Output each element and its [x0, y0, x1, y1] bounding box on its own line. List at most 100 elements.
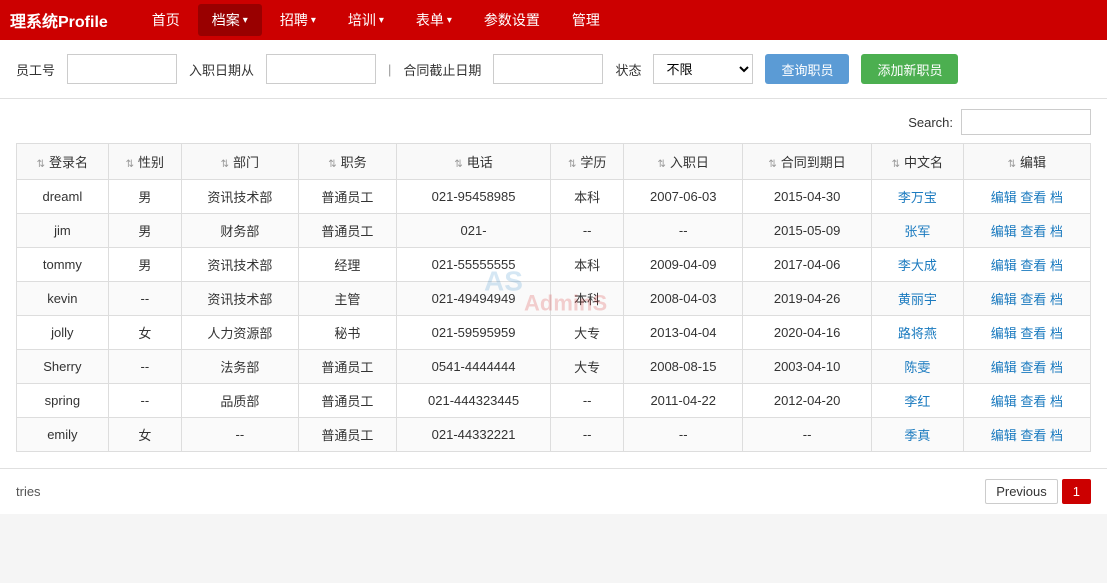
cell-name[interactable]: 李大成: [871, 248, 963, 282]
cell-dept: 资讯技术部: [181, 282, 298, 316]
query-button[interactable]: 查询职员: [765, 54, 849, 84]
cell-dept: 人力资源部: [181, 316, 298, 350]
cell-edu: 大专: [551, 316, 624, 350]
table-row: spring -- 品质部 普通员工 021-444323445 -- 2011…: [17, 384, 1091, 418]
col-contract[interactable]: ⇅合同到期日: [743, 144, 872, 180]
cell-position: 主管: [298, 282, 396, 316]
cell-edit[interactable]: 编辑 查看 档: [963, 214, 1090, 248]
cell-phone: 021-44332221: [397, 418, 551, 452]
col-login[interactable]: ⇅登录名: [17, 144, 109, 180]
col-edu[interactable]: ⇅学历: [551, 144, 624, 180]
cell-edu: 本科: [551, 248, 624, 282]
employee-id-label: 员工号: [16, 60, 55, 79]
cell-name[interactable]: 黄丽宇: [871, 282, 963, 316]
form-arrow-icon: ▾: [447, 15, 452, 26]
cell-edit[interactable]: 编辑 查看 档: [963, 248, 1090, 282]
col-name[interactable]: ⇅中文名: [871, 144, 963, 180]
cell-join: 2011-04-22: [624, 384, 743, 418]
employee-id-input[interactable]: [67, 54, 177, 84]
cell-name[interactable]: 季真: [871, 418, 963, 452]
cell-contract: 2012-04-20: [743, 384, 872, 418]
cell-gender: 女: [108, 316, 181, 350]
table-row: kevin -- 资讯技术部 主管 021-49494949 本科 2008-0…: [17, 282, 1091, 316]
recruit-arrow-icon: ▾: [311, 15, 316, 26]
cell-join: 2009-04-09: [624, 248, 743, 282]
cell-dept: 资讯技术部: [181, 180, 298, 214]
cell-edit[interactable]: 编辑 查看 档: [963, 384, 1090, 418]
cell-position: 普通员工: [298, 384, 396, 418]
train-arrow-icon: ▾: [379, 15, 384, 26]
cell-edit[interactable]: 编辑 查看 档: [963, 282, 1090, 316]
nav-home[interactable]: 首页: [138, 4, 194, 36]
join-date-from-label: 入职日期从: [189, 60, 254, 79]
table-area: Search: ⇅登录名 ⇅性别 ⇅部门 ⇅职务 ⇅电话 ⇅学历 ⇅入职日 ⇅合…: [0, 99, 1107, 468]
cell-edit[interactable]: 编辑 查看 档: [963, 350, 1090, 384]
nav-archive[interactable]: 档案▾: [198, 4, 262, 36]
cell-contract: 2019-04-26: [743, 282, 872, 316]
cell-name[interactable]: 李红: [871, 384, 963, 418]
cell-join: 2007-06-03: [624, 180, 743, 214]
cell-name[interactable]: 李万宝: [871, 180, 963, 214]
cell-join: --: [624, 418, 743, 452]
cell-phone: 0541-4444444: [397, 350, 551, 384]
search-input[interactable]: [961, 109, 1091, 135]
cell-login: jolly: [17, 316, 109, 350]
col-gender[interactable]: ⇅性别: [108, 144, 181, 180]
employee-table: ⇅登录名 ⇅性别 ⇅部门 ⇅职务 ⇅电话 ⇅学历 ⇅入职日 ⇅合同到期日 ⇅中文…: [16, 143, 1091, 452]
nav-params[interactable]: 参数设置: [470, 4, 554, 36]
cell-edu: 本科: [551, 282, 624, 316]
col-edit[interactable]: ⇅编辑: [963, 144, 1090, 180]
table-row: jim 男 财务部 普通员工 021- -- -- 2015-05-09 张军 …: [17, 214, 1091, 248]
cell-join: --: [624, 214, 743, 248]
cell-phone: 021-49494949: [397, 282, 551, 316]
col-join[interactable]: ⇅入职日: [624, 144, 743, 180]
nav-manage[interactable]: 管理: [558, 4, 614, 36]
table-row: jolly 女 人力资源部 秘书 021-59595959 大专 2013-04…: [17, 316, 1091, 350]
cell-contract: 2020-04-16: [743, 316, 872, 350]
cell-name[interactable]: 张军: [871, 214, 963, 248]
cell-dept: 资讯技术部: [181, 248, 298, 282]
pagination: Previous 1: [985, 479, 1091, 504]
nav-items: 首页 档案▾ 招聘▾ 培训▾ 表单▾ 参数设置 管理: [138, 4, 614, 36]
add-employee-button[interactable]: 添加新职员: [861, 54, 958, 84]
cell-position: 普通员工: [298, 418, 396, 452]
date-separator: |: [388, 62, 391, 77]
col-dept[interactable]: ⇅部门: [181, 144, 298, 180]
cell-name[interactable]: 路将燕: [871, 316, 963, 350]
filter-bar: 员工号 入职日期从 | 合同截止日期 状态 不限 在职 离职 查询职员 添加新职…: [0, 40, 1107, 99]
search-bar: Search:: [16, 109, 1091, 135]
cell-edit[interactable]: 编辑 查看 档: [963, 180, 1090, 214]
cell-login: tommy: [17, 248, 109, 282]
col-position[interactable]: ⇅职务: [298, 144, 396, 180]
cell-login: Sherry: [17, 350, 109, 384]
cell-edu: --: [551, 418, 624, 452]
cell-contract: 2003-04-10: [743, 350, 872, 384]
cell-gender: --: [108, 282, 181, 316]
brand: 理系统Profile: [10, 8, 108, 32]
cell-position: 普通员工: [298, 214, 396, 248]
table-row: dreaml 男 资讯技术部 普通员工 021-95458985 本科 2007…: [17, 180, 1091, 214]
col-phone[interactable]: ⇅电话: [397, 144, 551, 180]
status-label: 状态: [615, 60, 641, 79]
contract-end-input[interactable]: [493, 54, 603, 84]
previous-button[interactable]: Previous: [985, 479, 1058, 504]
cell-phone: 021-444323445: [397, 384, 551, 418]
cell-edu: 大专: [551, 350, 624, 384]
cell-gender: 男: [108, 180, 181, 214]
cell-position: 经理: [298, 248, 396, 282]
cell-gender: 男: [108, 248, 181, 282]
join-date-from-input[interactable]: [266, 54, 376, 84]
nav-train[interactable]: 培训▾: [334, 4, 398, 36]
cell-login: kevin: [17, 282, 109, 316]
cell-contract: 2017-04-06: [743, 248, 872, 282]
cell-dept: --: [181, 418, 298, 452]
cell-dept: 法务部: [181, 350, 298, 384]
nav-form[interactable]: 表单▾: [402, 4, 466, 36]
cell-name[interactable]: 陈雯: [871, 350, 963, 384]
cell-gender: 男: [108, 214, 181, 248]
page-1[interactable]: 1: [1062, 479, 1091, 504]
cell-edit[interactable]: 编辑 查看 档: [963, 316, 1090, 350]
status-select[interactable]: 不限 在职 离职: [653, 54, 753, 84]
cell-edit[interactable]: 编辑 查看 档: [963, 418, 1090, 452]
nav-recruit[interactable]: 招聘▾: [266, 4, 330, 36]
